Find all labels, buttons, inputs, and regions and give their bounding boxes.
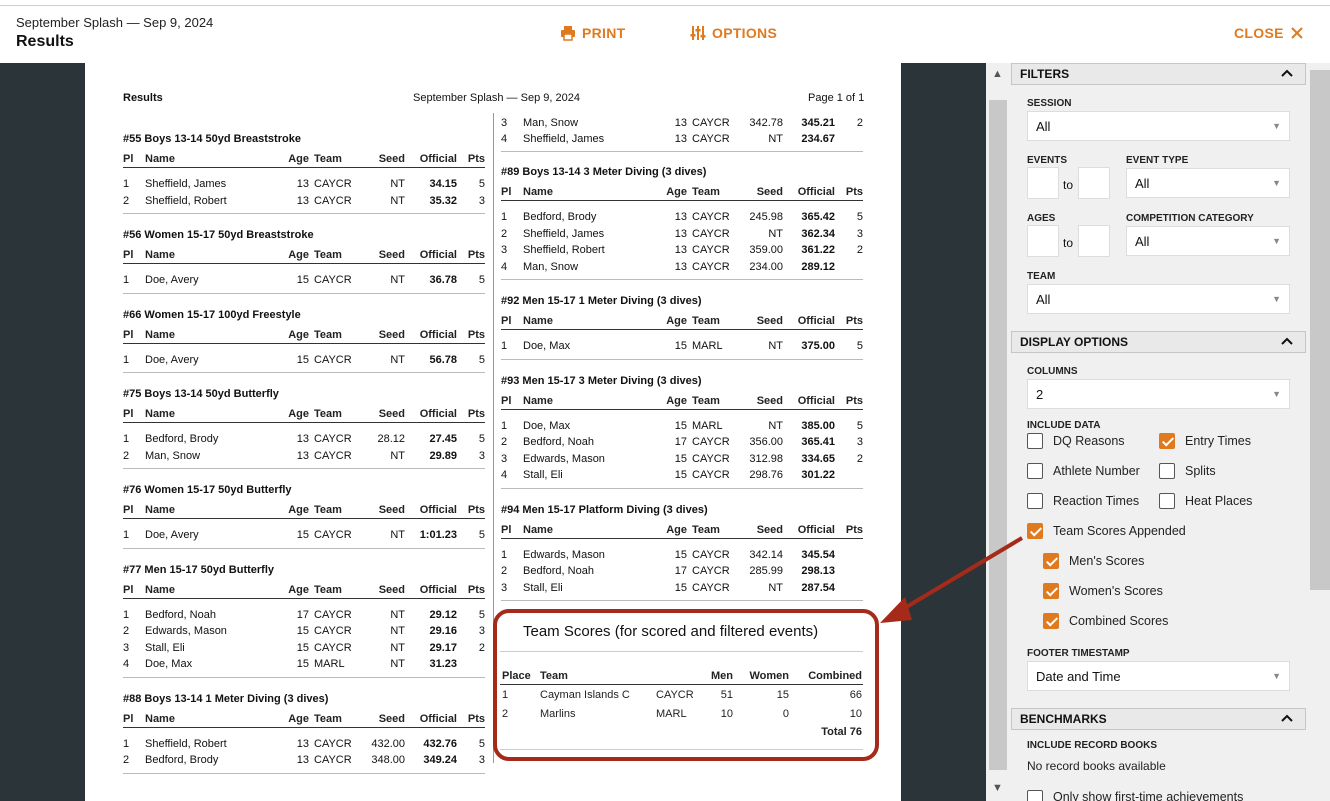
annotation-arrow-icon	[880, 536, 1024, 623]
